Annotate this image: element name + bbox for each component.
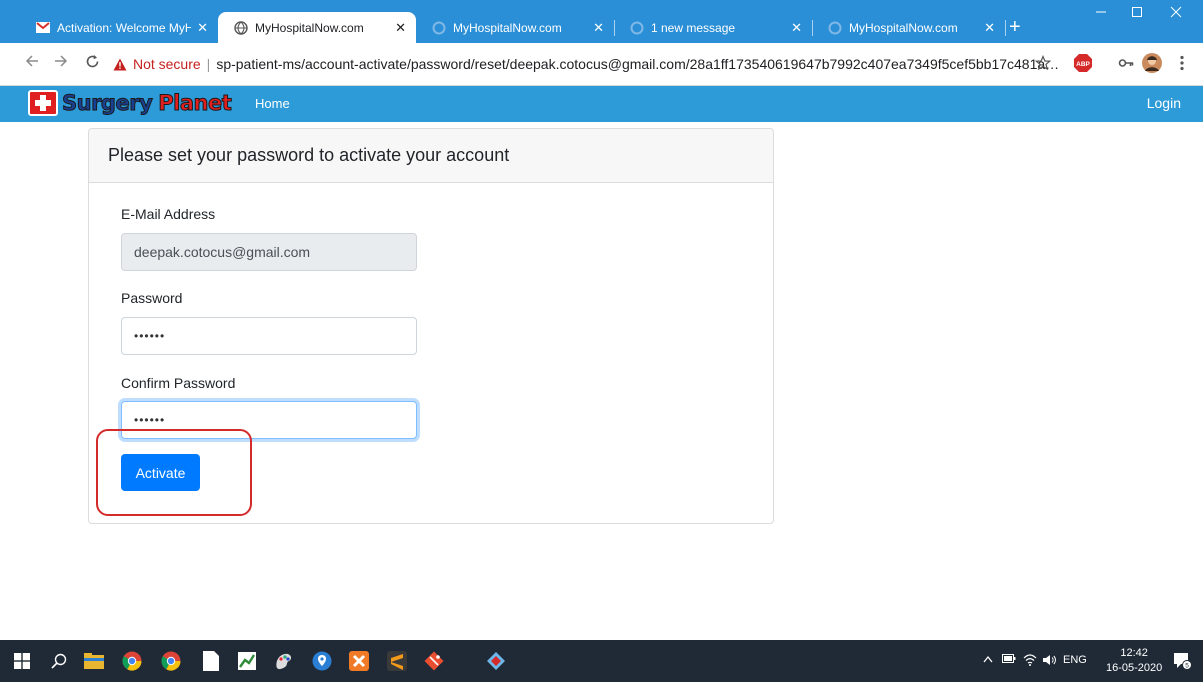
confirm-password-value: •••••• <box>134 413 166 427</box>
activation-card: Please set your password to activate you… <box>88 128 774 524</box>
password-field[interactable]: •••••• <box>121 317 417 355</box>
globe-icon <box>234 20 248 35</box>
volume-icon[interactable] <box>1042 654 1056 669</box>
menu-dots-icon[interactable] <box>1180 55 1184 76</box>
windows-start-icon[interactable] <box>11 650 33 672</box>
minimize-icon[interactable] <box>1095 6 1107 21</box>
nav-home-link[interactable]: Home <box>255 96 290 111</box>
annotation-highlight <box>96 429 252 516</box>
close-icon[interactable]: ✕ <box>593 20 604 36</box>
tab-title: Activation: Welcome MyHo <box>57 20 192 35</box>
tab-new-message[interactable]: 1 new message ✕ <box>614 12 813 43</box>
brand-logo[interactable]: Surgery Planet <box>28 90 233 116</box>
search-icon[interactable] <box>48 650 70 672</box>
security-indicator[interactable]: Not secure <box>133 56 201 72</box>
tab-title: MyHospitalNow.com <box>849 20 958 35</box>
loading-icon <box>630 21 644 35</box>
file-explorer-icon[interactable] <box>83 650 105 672</box>
back-arrow-icon[interactable] <box>25 54 39 73</box>
star-icon[interactable] <box>1034 54 1052 76</box>
clock-date: 16-05-2020 <box>1106 662 1163 674</box>
new-tab-button[interactable]: + <box>1009 17 1021 37</box>
battery-icon[interactable] <box>1002 654 1016 666</box>
language-indicator[interactable]: ENG <box>1063 654 1087 666</box>
tab-myhospitalnow-active[interactable]: MyHospitalNow.com ✕ <box>218 12 416 43</box>
tab-myhospitalnow-3[interactable]: MyHospitalNow.com ✕ <box>812 12 1006 43</box>
chrome-icon[interactable] <box>121 650 143 672</box>
chrome-icon[interactable] <box>160 650 182 672</box>
chart-app-icon[interactable] <box>236 650 258 672</box>
svg-text:5: 5 <box>1185 663 1189 670</box>
sublime-text-icon[interactable] <box>386 650 408 672</box>
maximize-icon[interactable] <box>1131 6 1143 21</box>
password-value: •••••• <box>134 329 166 343</box>
site-navbar: Surgery Planet Home Login <box>0 86 1203 122</box>
key-icon[interactable] <box>1118 55 1134 76</box>
notification-center-icon[interactable]: 5 <box>1171 650 1193 672</box>
loading-icon <box>432 21 446 35</box>
warning-icon <box>113 58 127 70</box>
git-icon[interactable] <box>423 650 445 672</box>
tab-title: MyHospitalNow.com <box>255 20 364 35</box>
chevron-up-icon[interactable] <box>983 654 993 666</box>
window-close-icon[interactable] <box>1170 6 1182 21</box>
medical-cross-icon <box>28 90 58 116</box>
address-separator: | <box>206 56 211 72</box>
windows-taskbar: ENG 12:42 16-05-2020 5 <box>0 640 1203 682</box>
confirm-password-label: Confirm Password <box>121 375 236 391</box>
gmail-icon <box>36 21 50 35</box>
close-icon[interactable]: ✕ <box>197 20 208 36</box>
brand-name-part2: Planet <box>158 91 233 116</box>
close-icon[interactable]: ✕ <box>395 20 406 36</box>
browser-toolbar: Not secure | sp-patient-ms/account-activ… <box>0 43 1203 86</box>
profile-avatar-icon[interactable] <box>1141 52 1163 79</box>
svg-text:ABP: ABP <box>1076 61 1090 68</box>
reload-icon[interactable] <box>85 54 100 74</box>
tab-activation[interactable]: Activation: Welcome MyHo ✕ <box>20 12 219 43</box>
address-bar[interactable]: Not secure | sp-patient-ms/account-activ… <box>113 51 1063 77</box>
tab-title: MyHospitalNow.com <box>453 20 562 35</box>
clock-time: 12:42 <box>1120 647 1148 659</box>
location-icon[interactable] <box>311 650 333 672</box>
email-field[interactable]: deepak.cotocus@gmail.com <box>121 233 417 271</box>
document-icon[interactable] <box>200 650 222 672</box>
nav-login-link[interactable]: Login <box>1147 95 1181 111</box>
wifi-icon[interactable] <box>1023 654 1037 669</box>
adblock-icon[interactable]: ABP <box>1073 53 1093 78</box>
email-value: deepak.cotocus@gmail.com <box>134 244 311 260</box>
url-text[interactable]: sp-patient-ms/account-activate/password/… <box>216 56 1063 72</box>
password-label: Password <box>121 290 183 306</box>
tab-title: 1 new message <box>651 20 736 35</box>
xampp-icon[interactable] <box>348 650 370 672</box>
tab-myhospitalnow-2[interactable]: MyHospitalNow.com ✕ <box>416 12 615 43</box>
forward-arrow-icon[interactable] <box>54 54 68 73</box>
paint-icon[interactable] <box>273 650 295 672</box>
system-clock[interactable]: 12:42 16-05-2020 <box>1106 646 1162 676</box>
browser-tab-strip: Activation: Welcome MyHo ✕ MyHospitalNow… <box>0 0 1203 43</box>
brand-name-part1: Surgery <box>61 91 153 116</box>
card-title: Please set your password to activate you… <box>89 129 773 183</box>
close-icon[interactable]: ✕ <box>984 20 995 36</box>
tab-divider <box>1005 20 1006 36</box>
close-icon[interactable]: ✕ <box>791 20 802 36</box>
git-extensions-icon[interactable] <box>485 650 507 672</box>
loading-icon <box>828 21 842 35</box>
email-label: E-Mail Address <box>121 206 216 222</box>
